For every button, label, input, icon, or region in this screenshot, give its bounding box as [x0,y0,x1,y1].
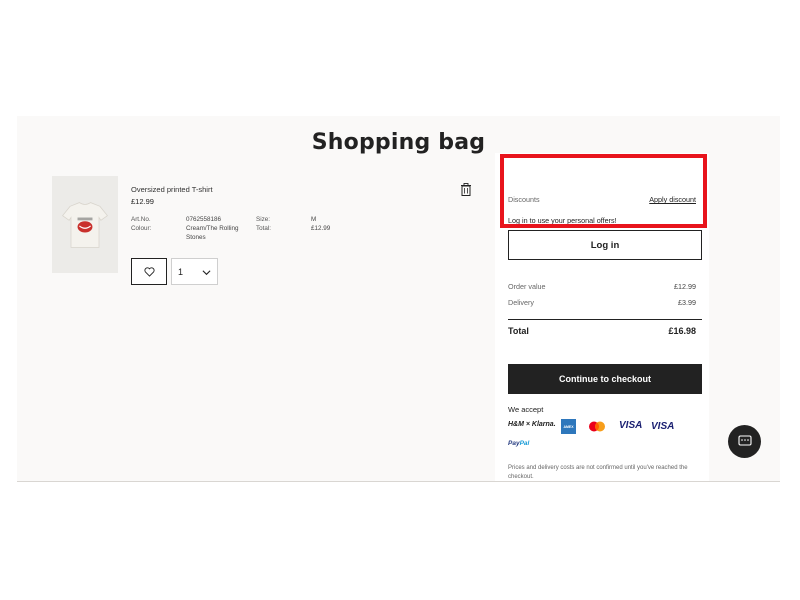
order-summary: Discounts Apply discount Log in to use y… [495,153,709,481]
heart-icon [143,266,155,277]
trash-icon[interactable] [460,183,472,196]
size-value: M [311,216,317,223]
order-value: £12.99 [674,282,696,291]
order-total-value: £16.98 [668,326,696,336]
paypal-logo: Pay Pal [508,440,529,447]
visa-logo: VISA [619,420,643,431]
paypal-logo-part2: Pal [519,440,530,447]
amex-logo: AMEX [561,419,576,434]
product-image[interactable] [52,176,118,273]
chevron-down-icon [202,270,211,276]
apply-discount-link[interactable]: Apply discount [649,195,696,204]
tshirt-image [62,201,108,248]
mastercard-logo [589,421,605,432]
quantity-select[interactable]: 1 [171,258,218,285]
delivery-label: Delivery [508,298,534,307]
product-name[interactable]: Oversized printed T-shirt [131,185,213,194]
continue-to-checkout-button[interactable]: Continue to checkout [508,364,702,394]
summary-divider [508,319,702,320]
chat-button[interactable] [728,425,761,458]
total-label: Total: [256,225,272,232]
visa-debit-logo: VISA [651,421,675,432]
product-price: £12.99 [131,197,154,206]
order-value-label: Order value [508,282,546,291]
order-total-label: Total [508,326,529,336]
price-disclaimer: Prices and delivery costs are not confir… [508,465,688,480]
artno-value: 0762558186 [186,216,222,223]
favourite-button[interactable] [131,258,167,285]
login-button[interactable]: Log in [508,230,702,260]
klarna-logo: H&M × Klarna. [508,421,556,428]
personal-offers-text: Log in to use your personal offers! [508,216,617,225]
total-value: £12.99 [311,225,331,232]
colour-label: Colour: [131,225,152,232]
size-label: Size: [256,216,270,223]
we-accept-label: We accept [508,405,544,414]
delivery-value: £3.99 [678,298,696,307]
colour-value-line2: Stones [186,234,206,241]
paypal-logo-part1: Pay [508,440,520,447]
shopping-bag-page: Shopping bag Oversized printed T-shirt £… [17,116,780,482]
discounts-label: Discounts [508,195,540,204]
page-title: Shopping bag [311,130,486,155]
artno-label: Art.No. [131,216,151,223]
colour-value-line1: Cream/The Rolling [186,225,239,232]
quantity-value: 1 [178,267,184,277]
chat-icon [737,435,752,446]
